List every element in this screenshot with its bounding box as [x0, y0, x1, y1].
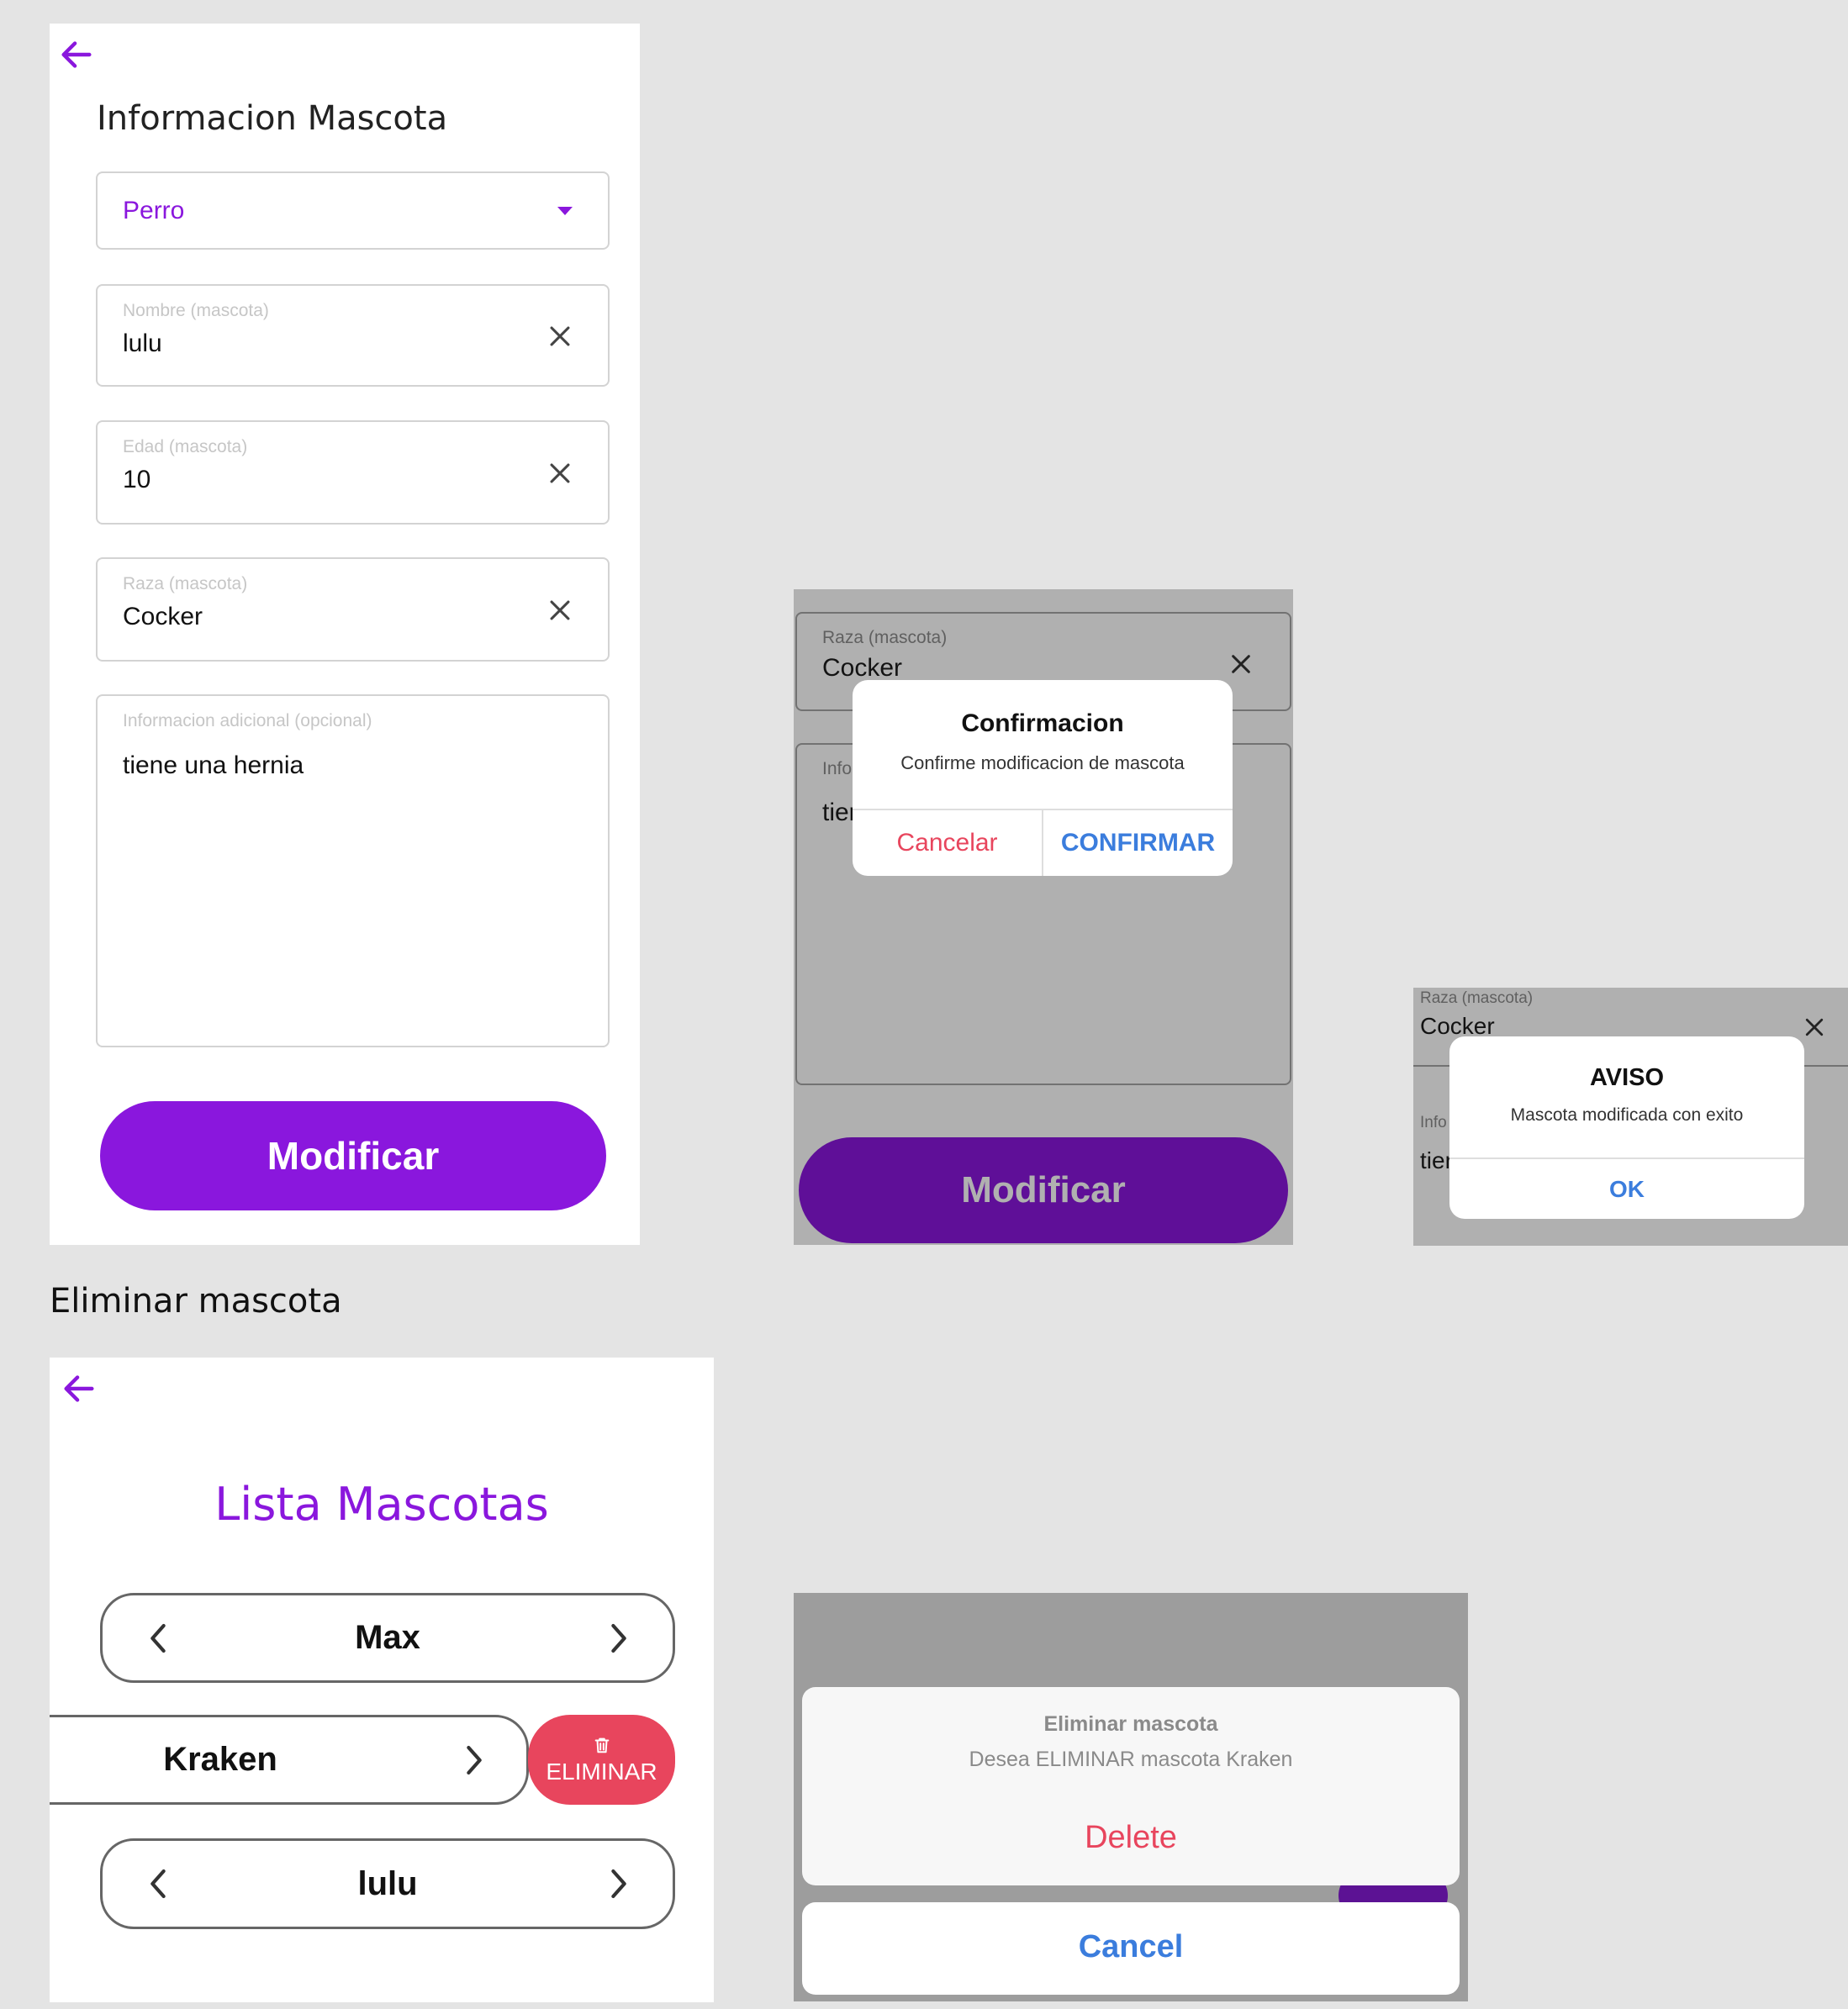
- trash-icon: [594, 1737, 609, 1753]
- age-field-label: Edad (mascota): [123, 437, 248, 456]
- pet-item-max[interactable]: Max: [100, 1593, 675, 1683]
- dialog-title: Confirmacion: [961, 709, 1124, 737]
- sheet-title: Eliminar mascota: [1043, 1712, 1218, 1736]
- pet-name: Max: [355, 1619, 420, 1656]
- cancel-button[interactable]: Cancelar: [853, 810, 1042, 876]
- confirm-button[interactable]: CONFIRMAR: [1043, 810, 1233, 876]
- breed-field[interactable]: Raza (mascota) Cocker: [96, 557, 610, 662]
- dialog-message: Confirme modificacion de mascota: [900, 752, 1185, 773]
- breed-field-label: Raza (mascota): [123, 574, 248, 593]
- name-field-label: Nombre (mascota): [123, 301, 269, 320]
- chevron-right-icon[interactable]: [607, 1867, 631, 1901]
- list-title: Lista Mascotas: [214, 1478, 549, 1531]
- info-textarea-value: tiene una hernia: [123, 751, 304, 779]
- success-dialog: AVISO Mascota modificada con exito OK: [1449, 1036, 1804, 1219]
- modify-button[interactable]: Modificar: [100, 1101, 606, 1210]
- info-textarea-label: Informacion adicional (opcional): [123, 711, 372, 730]
- chevron-right-icon[interactable]: [607, 1621, 631, 1655]
- section-heading: Eliminar mascota: [50, 1282, 342, 1321]
- species-select[interactable]: Perro: [96, 171, 610, 250]
- pet-name: Kraken: [163, 1741, 277, 1778]
- back-arrow-icon[interactable]: [58, 1368, 100, 1410]
- age-field-value: 10: [123, 466, 151, 493]
- name-field[interactable]: Nombre (mascota) lulu: [96, 284, 610, 387]
- confirm-modify-screen: Raza (mascota) Cocker Info tier Modifica…: [794, 589, 1293, 1245]
- clear-icon[interactable]: [546, 322, 574, 351]
- cancel-sheet[interactable]: Cancel: [802, 1902, 1460, 1995]
- breed-field-value: Cocker: [123, 603, 203, 630]
- ok-button[interactable]: OK: [1449, 1159, 1804, 1219]
- info-textarea[interactable]: Informacion adicional (opcional) tiene u…: [96, 694, 610, 1047]
- dialog-message: Mascota modificada con exito: [1510, 1105, 1744, 1125]
- delete-swipe-button[interactable]: ELIMINAR: [528, 1715, 675, 1805]
- delete-option[interactable]: Delete: [802, 1820, 1460, 1856]
- dialog-title: AVISO: [1589, 1064, 1665, 1091]
- success-screen: Raza (mascota) Cocker Info tier AVISO Ma…: [1413, 988, 1848, 1246]
- pet-name: lulu: [357, 1864, 418, 1902]
- cancel-option[interactable]: Cancel: [802, 1929, 1460, 1965]
- modify-pet-screen: Informacion Mascota Perro Nombre (mascot…: [50, 24, 640, 1245]
- species-select-value: Perro: [123, 197, 185, 224]
- clear-icon[interactable]: [546, 596, 574, 625]
- pet-item-lulu[interactable]: lulu: [100, 1838, 675, 1929]
- back-arrow-icon[interactable]: [55, 34, 98, 76]
- chevron-right-icon[interactable]: [462, 1743, 486, 1777]
- delete-action-sheet-screen: Eliminar mascota Desea ELIMINAR mascota …: [794, 1593, 1468, 2001]
- action-sheet: Eliminar mascota Desea ELIMINAR mascota …: [802, 1687, 1460, 1885]
- delete-swipe-label: ELIMINAR: [546, 1758, 657, 1785]
- age-field[interactable]: Edad (mascota) 10: [96, 420, 610, 525]
- pet-list-screen: Lista Mascotas Max Kraken ELIMINAR lulu: [50, 1358, 714, 2002]
- dropdown-caret-icon: [557, 207, 573, 215]
- sheet-message: Desea ELIMINAR mascota Kraken: [969, 1748, 1293, 1771]
- name-field-value: lulu: [123, 330, 162, 357]
- page-title: Informacion Mascota: [97, 99, 448, 138]
- clear-icon[interactable]: [546, 459, 574, 488]
- pet-item-kraken[interactable]: Kraken: [50, 1715, 529, 1805]
- confirm-dialog: Confirmacion Confirme modificacion de ma…: [853, 680, 1233, 876]
